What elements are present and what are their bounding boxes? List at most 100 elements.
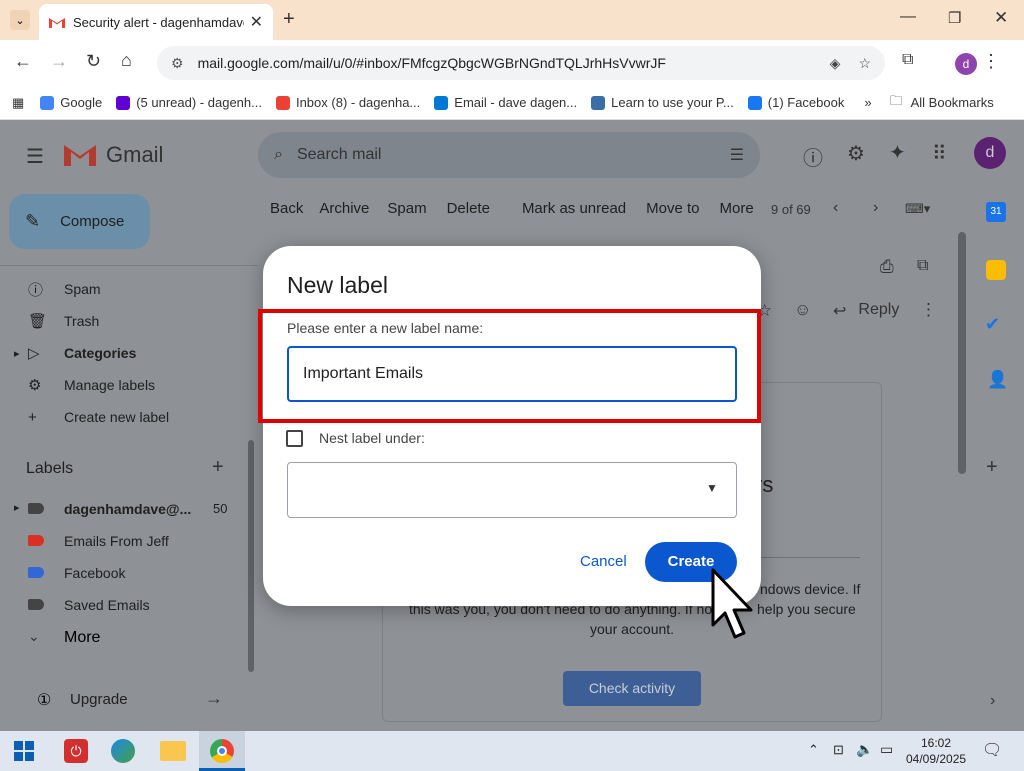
search-options-icon[interactable]: ☰ bbox=[730, 145, 744, 165]
reload-icon[interactable]: ↻ bbox=[86, 51, 101, 72]
bookmark-item[interactable]: (1) Facebook bbox=[747, 95, 844, 110]
add-addon-icon[interactable]: + bbox=[986, 456, 998, 479]
more-options-icon[interactable]: ⋮ bbox=[920, 300, 937, 320]
search-placeholder: Search mail bbox=[296, 146, 382, 163]
main-menu-icon[interactable]: ☰ bbox=[26, 144, 44, 169]
sidebar-item-trash[interactable]: 🗑 Trash bbox=[0, 305, 258, 337]
toolbar-delete-button[interactable]: Delete bbox=[447, 200, 490, 217]
email-text-2b: help you secure bbox=[757, 601, 856, 617]
help-icon[interactable]: ⓘ bbox=[803, 142, 823, 171]
all-bookmarks[interactable]: All Bookmarks bbox=[911, 95, 994, 110]
toolbar-spam-button[interactable]: Spam bbox=[387, 200, 426, 217]
new-tab-button[interactable]: + bbox=[283, 8, 295, 31]
show-side-panel-icon[interactable]: › bbox=[990, 692, 995, 710]
battery-icon[interactable]: ▭ bbox=[880, 741, 893, 758]
install-app-icon[interactable]: ◈ bbox=[830, 55, 841, 72]
toolbar-move-to-button[interactable]: Move to bbox=[646, 200, 699, 217]
prev-icon[interactable]: ‹ bbox=[833, 199, 838, 217]
reply-button[interactable]: ↩ Reply bbox=[833, 301, 899, 321]
search-icon[interactable]: ⌕ bbox=[274, 146, 283, 164]
menu-icon[interactable]: ⋮ bbox=[982, 51, 1000, 72]
bookmark-star-icon[interactable]: ☆ bbox=[858, 55, 871, 72]
label-item[interactable]: Emails From Jeff bbox=[0, 525, 250, 557]
sidebar-item-label: Spam bbox=[64, 281, 101, 297]
cancel-button[interactable]: Cancel bbox=[580, 553, 627, 570]
next-icon[interactable]: › bbox=[873, 199, 878, 217]
account-avatar[interactable]: d bbox=[974, 137, 1006, 169]
bookmark-item[interactable]: Learn to use your P... bbox=[591, 95, 734, 110]
content-scrollbar[interactable] bbox=[958, 232, 966, 474]
volume-icon[interactable]: 🔈 bbox=[856, 741, 873, 758]
profile-avatar[interactable]: d bbox=[955, 53, 977, 75]
label-tag-icon bbox=[28, 503, 44, 514]
toolbar-more-button[interactable]: More bbox=[720, 200, 754, 217]
check-activity-button[interactable]: Check activity bbox=[563, 671, 701, 706]
restore-button[interactable]: ❐ bbox=[948, 9, 961, 27]
label-item[interactable]: ▸ dagenhamdave@... 50 bbox=[0, 493, 250, 525]
arrow-right-icon[interactable]: → bbox=[205, 688, 223, 709]
open-new-window-icon[interactable]: ⧉ bbox=[917, 257, 928, 275]
toolbar-mark-as-unread-button[interactable]: Mark as unread bbox=[522, 200, 626, 217]
contacts-icon[interactable]: 👤 bbox=[987, 370, 1008, 390]
bookmark-item[interactable]: Google bbox=[40, 95, 102, 110]
close-tab-icon[interactable]: ✕ bbox=[250, 12, 263, 32]
calendar-icon[interactable]: 31 bbox=[986, 202, 1006, 222]
add-label-icon[interactable]: + bbox=[212, 456, 224, 479]
show-hidden-icons[interactable]: ⌃ bbox=[808, 742, 819, 758]
toolbar-archive-button[interactable]: Archive bbox=[319, 200, 369, 217]
parent-label-select[interactable]: ▼ bbox=[287, 462, 737, 518]
keep-icon[interactable] bbox=[986, 260, 1006, 280]
bookmark-item[interactable]: (5 unread) - dagenh... bbox=[116, 95, 262, 110]
file-explorer-icon[interactable] bbox=[160, 741, 186, 761]
tasks-icon[interactable]: ✔ bbox=[985, 314, 1000, 335]
back-icon[interactable]: ← bbox=[14, 51, 32, 72]
sidebar-item-manage-labels[interactable]: ⚙ Manage labels bbox=[0, 369, 258, 401]
label-item[interactable]: Facebook bbox=[0, 557, 250, 589]
toolbar-back-button[interactable]: Back bbox=[270, 200, 303, 217]
tab-search-button[interactable]: ⌄ bbox=[10, 10, 30, 30]
bookmark-item[interactable]: Inbox (8) - dagenha... bbox=[275, 95, 420, 110]
chrome-taskbar-item[interactable] bbox=[199, 731, 245, 771]
network-icon[interactable]: ⊡ bbox=[833, 742, 844, 758]
label-item[interactable]: Saved Emails bbox=[0, 589, 250, 621]
clock[interactable]: 16:02 04/09/2025 bbox=[906, 735, 966, 767]
bookmark-label: Google bbox=[60, 95, 103, 110]
compose-button[interactable]: ✎ Compose bbox=[9, 194, 150, 249]
sidebar-item-spam[interactable]: ⓘ Spam bbox=[0, 273, 258, 305]
extensions-icon[interactable]: ⧉ bbox=[902, 51, 913, 69]
expand-arrow-icon[interactable]: ▸ bbox=[14, 501, 20, 514]
more-labels[interactable]: More bbox=[64, 629, 100, 647]
windows-start-icon[interactable] bbox=[14, 741, 34, 761]
close-window-button[interactable]: ✕ bbox=[994, 8, 1008, 28]
apps-grid-icon[interactable]: ⠿ bbox=[932, 141, 947, 166]
nest-label-checkbox[interactable] bbox=[286, 430, 303, 447]
search-bar[interactable]: ⌕ Search mail ☰ bbox=[258, 132, 760, 178]
settings-icon[interactable]: ⚙ bbox=[847, 141, 865, 166]
emoji-icon[interactable]: ☺ bbox=[794, 300, 811, 320]
site-info-icon[interactable]: ⚙ bbox=[171, 55, 184, 72]
more-bookmarks-icon[interactable]: » bbox=[864, 95, 871, 110]
sidebar-item-create-new-label[interactable]: + Create new label bbox=[0, 401, 258, 433]
bookmark-item[interactable]: Email - dave dagen... bbox=[434, 95, 577, 110]
sidebar-item-categories[interactable]: ▸ ▷ Categories bbox=[0, 337, 258, 369]
home-icon[interactable]: ⌂ bbox=[121, 50, 132, 71]
edge-icon[interactable] bbox=[111, 739, 135, 763]
windows-taskbar: ⏻ ⌃ ⊡ 🔈 ▭ 16:02 04/09/2025 🗨 bbox=[0, 731, 1024, 771]
address-bar[interactable]: ⚙ mail.google.com/mail/u/0/#inbox/FMfcgz… bbox=[157, 46, 885, 80]
new-label-dialog: New label Please enter a new label name:… bbox=[263, 246, 761, 606]
notifications-icon[interactable]: 🗨 bbox=[982, 740, 1002, 760]
print-icon[interactable]: ⎙ bbox=[880, 257, 894, 277]
gemini-icon[interactable]: ✦ bbox=[889, 140, 906, 165]
upgrade-label[interactable]: Upgrade bbox=[70, 691, 128, 708]
apps-icon[interactable]: ▦ bbox=[12, 95, 24, 111]
sidebar-scrollbar[interactable] bbox=[248, 440, 254, 672]
input-tools-icon[interactable]: ⌨▾ bbox=[905, 201, 930, 217]
create-new-label-icon: + bbox=[28, 408, 37, 426]
app-icon-red[interactable]: ⏻ bbox=[64, 739, 88, 763]
browser-tab[interactable]: Security alert - dagenhamdave2 ✕ bbox=[39, 4, 273, 40]
expand-arrow-icon[interactable]: ▸ bbox=[14, 347, 20, 360]
pencil-icon: ✎ bbox=[25, 211, 41, 231]
minimize-button[interactable]: — bbox=[900, 8, 916, 26]
compose-label: Compose bbox=[60, 213, 125, 230]
forward-icon[interactable]: → bbox=[50, 51, 68, 72]
